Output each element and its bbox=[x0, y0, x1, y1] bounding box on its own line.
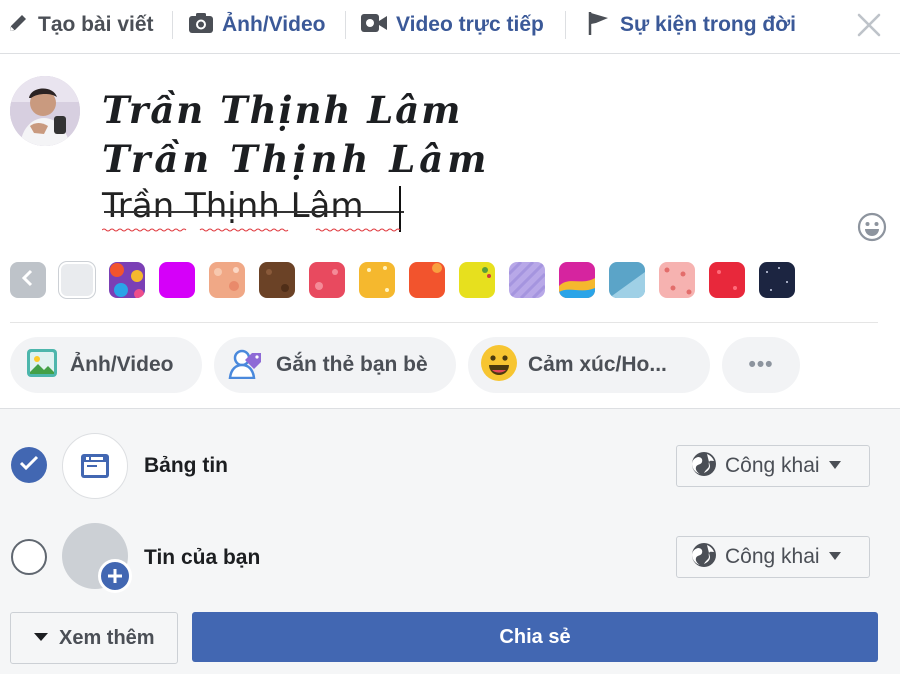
caret-down-icon bbox=[33, 629, 49, 647]
spellcheck-underline bbox=[102, 228, 401, 232]
photo-icon bbox=[26, 348, 58, 383]
add-story-icon[interactable] bbox=[98, 559, 132, 593]
action-label: Cảm xúc/Ho... bbox=[528, 353, 667, 376]
caret-down-icon bbox=[828, 457, 842, 475]
swatch-item[interactable] bbox=[759, 262, 795, 298]
tab-life-event[interactable]: Sự kiện trong đời bbox=[586, 0, 796, 50]
tab-live-video[interactable]: Video trực tiếp bbox=[360, 0, 544, 50]
swatch-item[interactable] bbox=[409, 262, 445, 298]
action-tag-friends[interactable]: Gắn thẻ bạn bè bbox=[214, 337, 456, 393]
swatch-item[interactable] bbox=[559, 262, 595, 298]
news-feed-label: Bảng tin bbox=[144, 454, 228, 477]
swatch-prev-button[interactable] bbox=[10, 262, 46, 298]
story-label: Tin của bạn bbox=[144, 546, 261, 569]
close-icon[interactable] bbox=[854, 10, 884, 40]
swatch-item[interactable] bbox=[209, 262, 245, 298]
chevron-left-icon bbox=[21, 269, 35, 292]
swatch-item[interactable] bbox=[359, 262, 395, 298]
globe-icon bbox=[691, 451, 717, 482]
flag-icon bbox=[586, 10, 612, 41]
avatar bbox=[10, 76, 80, 146]
share-options-panel: Bảng tin Công khai Tin của bạn Công khai… bbox=[0, 408, 900, 674]
globe-icon bbox=[691, 542, 717, 573]
share-button[interactable]: Chia sẻ bbox=[192, 612, 878, 662]
emoji-picker-icon[interactable] bbox=[857, 212, 887, 242]
tab-label: Tạo bài viết bbox=[38, 13, 154, 36]
live-video-icon bbox=[360, 12, 388, 39]
swatch-item[interactable] bbox=[109, 262, 145, 298]
tag-friends-icon bbox=[228, 347, 264, 384]
swatch-item[interactable] bbox=[709, 262, 745, 298]
action-label: Gắn thẻ bạn bè bbox=[276, 353, 428, 376]
more-actions-button[interactable]: ••• bbox=[722, 337, 800, 393]
checkmark-icon bbox=[19, 455, 39, 476]
composer-text-line-2[interactable]: Trần Thịnh Lâm bbox=[102, 137, 490, 181]
text-caret bbox=[399, 186, 401, 232]
swatch-item[interactable] bbox=[59, 262, 95, 298]
swatch-item[interactable] bbox=[609, 262, 645, 298]
see-more-button[interactable]: Xem thêm bbox=[10, 612, 178, 664]
action-photo-video[interactable]: Ảnh/Video bbox=[10, 337, 202, 393]
caret-down-icon bbox=[828, 548, 842, 566]
action-feeling-activity[interactable]: Cảm xúc/Ho... bbox=[468, 337, 710, 393]
composer-tab-bar: Tạo bài viết Ảnh/Video Video trực tiếp S… bbox=[0, 0, 900, 54]
camera-icon bbox=[188, 12, 214, 39]
news-feed-checkbox[interactable] bbox=[11, 447, 47, 483]
tab-photo-video[interactable]: Ảnh/Video bbox=[188, 0, 325, 50]
swatch-item[interactable] bbox=[309, 262, 345, 298]
strikethrough-line bbox=[104, 211, 404, 213]
pencil-icon bbox=[6, 11, 30, 40]
smiley-icon bbox=[480, 344, 518, 387]
audience-label: Công khai bbox=[725, 454, 820, 477]
swatch-item[interactable] bbox=[659, 262, 695, 298]
action-label: Ảnh/Video bbox=[70, 353, 174, 376]
share-label: Chia sẻ bbox=[499, 625, 571, 648]
swatch-item[interactable] bbox=[159, 262, 195, 298]
swatch-item[interactable] bbox=[459, 262, 495, 298]
story-audience-selector[interactable]: Công khai bbox=[676, 536, 870, 578]
story-checkbox[interactable] bbox=[11, 539, 47, 575]
news-feed-icon bbox=[62, 433, 128, 499]
news-feed-audience-selector[interactable]: Công khai bbox=[676, 445, 870, 487]
more-icon: ••• bbox=[748, 353, 774, 376]
swatch-item[interactable] bbox=[259, 262, 295, 298]
see-more-label: Xem thêm bbox=[59, 626, 155, 649]
tab-label: Ảnh/Video bbox=[222, 13, 326, 36]
tab-label: Sự kiện trong đời bbox=[620, 13, 796, 36]
divider bbox=[10, 322, 878, 323]
audience-label: Công khai bbox=[725, 545, 820, 568]
tab-create-post[interactable]: Tạo bài viết bbox=[6, 0, 154, 50]
tab-label: Video trực tiếp bbox=[396, 13, 544, 36]
composer-text-line-3[interactable]: Trần Thịnh Lâm bbox=[102, 186, 364, 226]
swatch-item[interactable] bbox=[509, 262, 545, 298]
composer-text-line-1[interactable]: Trần Thịnh Lâm bbox=[102, 88, 462, 132]
